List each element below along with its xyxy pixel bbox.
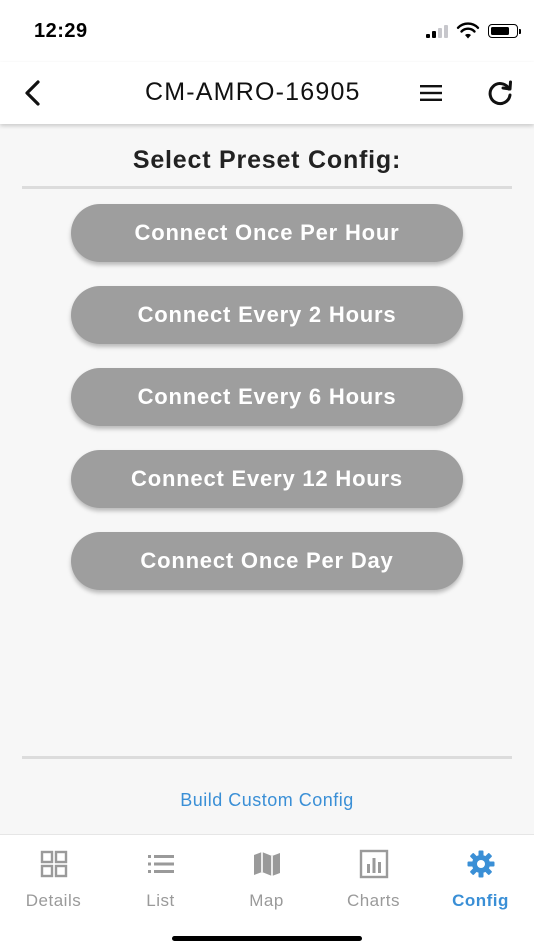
tab-label: Charts — [346, 891, 401, 910]
divider-bottom — [22, 756, 512, 759]
preset-once-per-day-button[interactable]: Connect Once Per Day — [71, 532, 463, 590]
preset-every-12-hours-button[interactable]: Connect Every 12 Hours — [71, 450, 463, 508]
page-title: CM-AMRO-16905 — [145, 78, 361, 106]
battery-icon — [488, 24, 521, 38]
chevron-left-icon[interactable] — [18, 77, 50, 109]
home-indicator[interactable] — [172, 936, 362, 941]
tab-label: Map — [249, 891, 284, 910]
section-title: Select Preset Config: — [132, 146, 402, 174]
gear-icon — [467, 850, 494, 878]
preset-config-panel: Select Preset Config: Connect Once Per H… — [0, 124, 534, 834]
tab-map[interactable]: Map — [213, 847, 320, 917]
bar-chart-icon — [359, 849, 388, 879]
preset-every-6-hours-button[interactable]: Connect Every 6 Hours — [71, 368, 463, 426]
preset-once-per-hour-button[interactable]: Connect Once Per Hour — [71, 204, 463, 262]
tab-label: List — [146, 891, 175, 910]
preset-every-2-hours-button[interactable]: Connect Every 2 Hours — [71, 286, 463, 344]
status-icons — [426, 22, 521, 40]
map-icon — [253, 852, 280, 876]
tab-config[interactable]: Config — [427, 847, 534, 917]
list-icon — [147, 855, 174, 873]
status-bar: 12:29 — [0, 0, 534, 62]
grid-icon — [40, 850, 67, 878]
refresh-icon[interactable] — [485, 78, 515, 108]
divider-top — [22, 186, 512, 189]
status-time: 12:29 — [34, 20, 88, 42]
tab-details[interactable]: Details — [0, 847, 107, 917]
tab-bar: Details List Map Charts Config — [0, 834, 534, 950]
hamburger-menu-icon[interactable] — [418, 80, 444, 106]
tab-list[interactable]: List — [107, 847, 214, 917]
tab-charts[interactable]: Charts — [320, 847, 427, 917]
tab-label: Config — [452, 891, 509, 910]
tab-label: Details — [25, 891, 82, 910]
wifi-icon — [456, 22, 480, 39]
build-custom-config-link[interactable]: Build Custom Config — [0, 790, 534, 811]
cellular-signal-icon — [426, 24, 448, 38]
nav-header: CM-AMRO-16905 — [0, 62, 534, 124]
